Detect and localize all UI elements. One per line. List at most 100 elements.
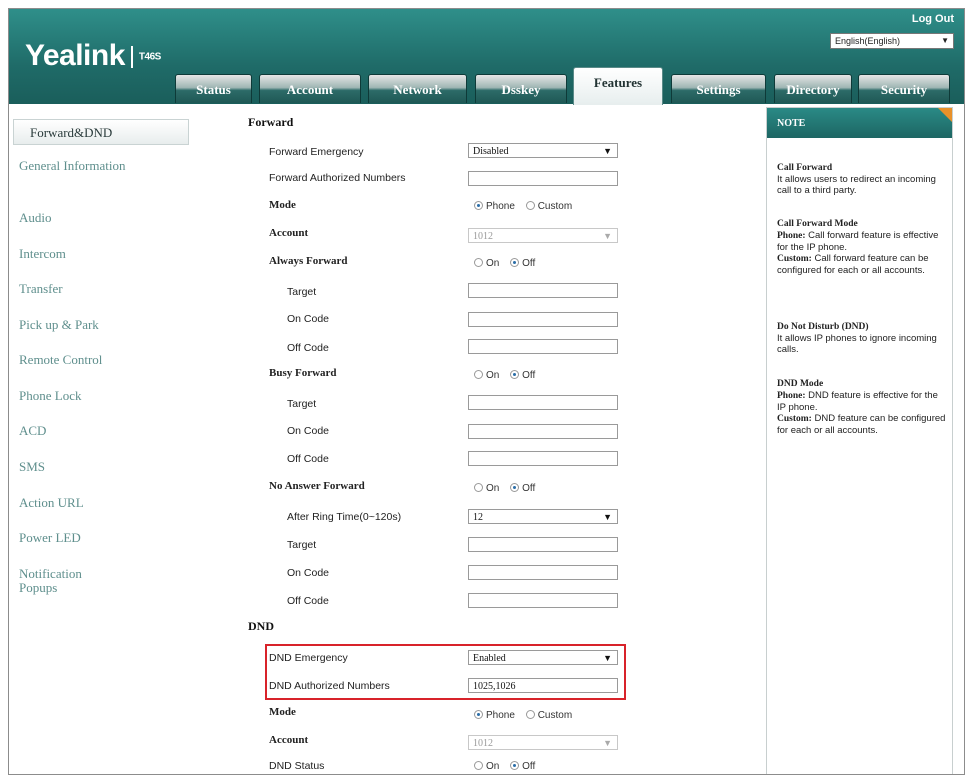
brand-logo: Yealink T46S — [25, 39, 161, 73]
sidebar-item-forward-dnd[interactable]: Forward&DND — [13, 119, 189, 145]
no-answer-oncode-input[interactable] — [468, 565, 618, 580]
dnd-mode-radio-group: Phone Custom — [474, 710, 572, 721]
sidebar-item-general-information[interactable]: General Information — [19, 159, 129, 173]
dnd-account-label: Account — [269, 734, 309, 746]
dnd-account-select[interactable]: 1012 ▼ — [468, 735, 618, 750]
note-dndm-custom: Custom: — [777, 414, 812, 424]
dnd-section-title: DND — [248, 619, 274, 633]
always-forward-radio-group: On Off — [474, 258, 535, 269]
language-value: English(English) — [835, 36, 901, 46]
logo-divider — [130, 46, 133, 69]
note-dnd: Do Not Disturb (DND) It allows IP phones… — [777, 321, 949, 355]
no-answer-offcode-input[interactable] — [468, 593, 618, 608]
busy-forward-label: Busy Forward — [269, 367, 337, 379]
note-cfm-phone: Phone: — [777, 231, 806, 241]
chevron-down-icon: ▼ — [603, 146, 612, 156]
always-offcode-input[interactable] — [468, 339, 618, 354]
note-dndm-title: DND Mode — [777, 379, 824, 389]
always-target-input[interactable] — [468, 283, 618, 298]
language-select[interactable]: English(English) ▼ — [830, 33, 954, 49]
always-forward-off-radio[interactable] — [510, 258, 520, 267]
forward-authorized-label: Forward Authorized Numbers — [269, 172, 406, 184]
forward-section-title: Forward — [248, 115, 294, 129]
note-title: NOTE — [777, 118, 806, 129]
busy-forward-off-radio[interactable] — [510, 370, 520, 379]
note-cf-title: Call Forward — [777, 163, 833, 173]
tab-dsskey[interactable]: Dsskey — [475, 74, 567, 103]
forward-authorized-input[interactable] — [468, 171, 618, 186]
tab-status[interactable]: Status — [175, 74, 252, 103]
dnd-mode-custom-radio[interactable] — [525, 710, 535, 719]
busy-forward-on-radio[interactable] — [474, 370, 483, 379]
logout-link[interactable]: Log Out — [912, 13, 954, 25]
forward-account-label: Account — [269, 227, 309, 239]
always-offcode-label: Off Code — [287, 342, 329, 354]
dnd-account-value: 1012 — [473, 738, 493, 749]
dnd-status-off-label: Off — [522, 761, 536, 772]
always-forward-on-radio[interactable] — [474, 258, 483, 267]
busy-oncode-input[interactable] — [468, 424, 618, 439]
sidebar-item-power-led[interactable]: Power LED — [19, 531, 81, 545]
chevron-down-icon: ▼ — [603, 653, 612, 663]
note-cfm-title: Call Forward Mode — [777, 219, 858, 229]
tab-features[interactable]: Features — [573, 67, 663, 105]
ring-time-value: 12 — [473, 512, 483, 523]
forward-mode-phone-label: Phone — [486, 201, 515, 212]
note-cfm-custom: Custom: — [777, 254, 812, 264]
forward-mode-radio-group: Phone Custom — [474, 201, 572, 212]
sidebar-item-action-url[interactable]: Action URL — [19, 496, 84, 510]
note-cf-text: It allows users to redirect an incoming … — [777, 174, 936, 196]
no-answer-off-radio[interactable] — [510, 483, 520, 492]
tab-security[interactable]: Security — [858, 74, 950, 103]
header-bar: Yealink T46S Log Out English(English) ▼ S… — [9, 9, 964, 105]
sidebar-item-phone-lock[interactable]: Phone Lock — [19, 389, 81, 403]
note-header: NOTE — [767, 108, 952, 138]
tab-account[interactable]: Account — [259, 74, 361, 103]
busy-forward-on-label: On — [486, 370, 500, 381]
sidebar-item-transfer[interactable]: Transfer — [19, 282, 63, 296]
dnd-status-label: DND Status — [269, 760, 325, 772]
forward-emergency-select[interactable]: Disabled ▼ — [468, 143, 618, 158]
busy-offcode-input[interactable] — [468, 451, 618, 466]
logo-text: Yealink — [25, 39, 125, 72]
note-dnd-title: Do Not Disturb (DND) — [777, 322, 869, 332]
forward-account-select[interactable]: 1012 ▼ — [468, 228, 618, 243]
no-answer-oncode-label: On Code — [287, 567, 330, 579]
corner-flag-icon — [938, 108, 952, 122]
no-answer-target-label: Target — [287, 539, 317, 551]
forward-mode-custom-radio[interactable] — [525, 201, 535, 210]
tab-network[interactable]: Network — [368, 74, 467, 103]
no-answer-off-label: Off — [522, 483, 536, 494]
busy-forward-radio-group: On Off — [474, 370, 535, 381]
forward-mode-label: Mode — [269, 199, 296, 211]
sidebar-item-notification-popups[interactable]: Notification Popups — [19, 567, 119, 595]
dnd-authorized-input[interactable]: 1025,1026 — [468, 678, 618, 693]
note-dnd-mode: DND Mode Phone: DND feature is effective… — [777, 378, 949, 436]
browser-frame: Yealink T46S Log Out English(English) ▼ S… — [8, 8, 965, 775]
tab-directory[interactable]: Directory — [774, 74, 852, 103]
dnd-status-on-radio[interactable] — [474, 761, 483, 770]
dnd-mode-phone-radio[interactable] — [474, 710, 483, 719]
chevron-down-icon: ▼ — [603, 512, 612, 522]
always-target-label: Target — [287, 286, 317, 298]
no-answer-on-radio[interactable] — [474, 483, 483, 492]
ring-time-select[interactable]: 12 ▼ — [468, 509, 618, 524]
forward-mode-phone-radio[interactable] — [474, 201, 483, 210]
sidebar-item-sms[interactable]: SMS — [19, 460, 45, 474]
always-forward-off-label: Off — [522, 258, 536, 269]
no-answer-on-label: On — [486, 483, 500, 494]
busy-oncode-label: On Code — [287, 425, 330, 437]
sidebar-item-remote-control[interactable]: Remote Control — [19, 353, 102, 367]
dnd-emergency-select[interactable]: Enabled ▼ — [468, 650, 618, 665]
sidebar-item-pickup-park[interactable]: Pick up & Park — [19, 318, 99, 332]
sidebar-item-intercom[interactable]: Intercom — [19, 247, 66, 261]
dnd-emergency-label: DND Emergency — [269, 652, 348, 664]
busy-target-input[interactable] — [468, 395, 618, 410]
dnd-status-off-radio[interactable] — [510, 761, 520, 770]
sidebar-item-audio[interactable]: Audio — [19, 211, 52, 225]
no-answer-target-input[interactable] — [468, 537, 618, 552]
always-forward-label: Always Forward — [269, 255, 348, 267]
tab-settings[interactable]: Settings — [671, 74, 766, 103]
sidebar-item-acd[interactable]: ACD — [19, 424, 46, 438]
always-oncode-input[interactable] — [468, 312, 618, 327]
